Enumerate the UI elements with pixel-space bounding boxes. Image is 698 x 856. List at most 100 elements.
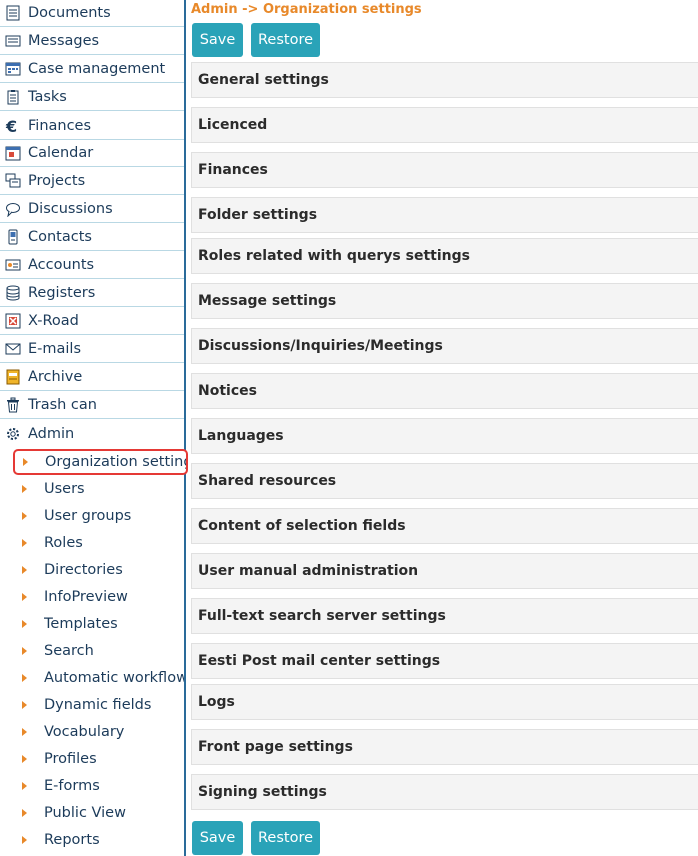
section-front-page-settings[interactable]: Front page settings (191, 729, 698, 765)
section-languages[interactable]: Languages (191, 418, 698, 454)
sidebar-item-label: X-Road (28, 313, 79, 329)
sidebar-item-label: Documents (28, 5, 111, 21)
breadcrumb: Admin -> Organization settings (191, 2, 422, 17)
sidebar-item-discussions[interactable]: Discussions (0, 196, 184, 223)
admin-subitem-profiles[interactable]: Profiles (0, 746, 184, 772)
section-full-text-search-server-settings[interactable]: Full-text search server settings (191, 598, 698, 634)
admin-subitem-reports[interactable]: Reports (0, 827, 184, 853)
admin-subitem-directories[interactable]: Directories (0, 557, 184, 583)
section-message-settings[interactable]: Message settings (191, 283, 698, 319)
caret-right-icon (22, 647, 27, 655)
section-notices[interactable]: Notices (191, 373, 698, 409)
sidebar-item-projects[interactable]: Projects (0, 168, 184, 195)
sidebar-item-accounts[interactable]: Accounts (0, 252, 184, 279)
main-content: Admin -> Organization settings Save Rest… (191, 0, 698, 856)
sidebar-item-label: Projects (28, 173, 86, 189)
section-general-settings[interactable]: General settings (191, 62, 698, 98)
section-finances[interactable]: Finances (191, 152, 698, 188)
sidebar-item-label: Trash can (28, 397, 97, 413)
sidebar-item-e-mails[interactable]: E-mails (0, 336, 184, 363)
save-button-top[interactable]: Save (192, 23, 243, 57)
admin-subitem-label: InfoPreview (44, 589, 128, 605)
section-eesti-post-mail-center-settings[interactable]: Eesti Post mail center settings (191, 643, 698, 679)
sidebar-item-label: Tasks (28, 89, 67, 105)
trash-icon (4, 396, 22, 414)
sidebar-item-messages[interactable]: Messages (0, 28, 184, 55)
admin-subitem-label: Users (44, 481, 85, 497)
sidebar-item-label: Case management (28, 61, 166, 77)
caret-right-icon (22, 728, 27, 736)
restore-button-top[interactable]: Restore (251, 23, 320, 57)
caret-right-icon (22, 782, 27, 790)
sidebar-item-x-road[interactable]: X-Road (0, 308, 184, 335)
caret-right-icon (22, 566, 27, 574)
admin-subitem-roles[interactable]: Roles (0, 530, 184, 556)
messages-icon (4, 32, 22, 50)
sidebar-item-admin[interactable]: Admin (0, 420, 184, 447)
admin-subitem-label: Vocabulary (44, 724, 125, 740)
admin-subitem-label: E-forms (44, 778, 100, 794)
sidebar-item-label: Discussions (28, 201, 113, 217)
sidebar-item-label: E-mails (28, 341, 82, 357)
admin-subitem-vocabulary[interactable]: Vocabulary (0, 719, 184, 745)
registers-icon (4, 284, 22, 302)
admin-subitem-label: Public View (44, 805, 126, 821)
section-user-manual-administration[interactable]: User manual administration (191, 553, 698, 589)
admin-subitem-label: Dynamic fields (44, 697, 152, 713)
caret-right-icon (22, 674, 27, 682)
caret-right-icon (22, 755, 27, 763)
sidebar-item-tasks[interactable]: Tasks (0, 84, 184, 111)
admin-subitem-templates[interactable]: Templates (0, 611, 184, 637)
x-road-icon (4, 312, 22, 330)
restore-button-bottom[interactable]: Restore (251, 821, 320, 855)
sidebar-item-case-management[interactable]: Case management (0, 56, 184, 83)
sidebar-item-label: Messages (28, 33, 100, 49)
admin-subitem-automatic-workflow[interactable]: Automatic workflow (0, 665, 184, 691)
admin-subitem-public-view[interactable]: Public View (0, 800, 184, 826)
section-content-of-selection-fields[interactable]: Content of selection fields (191, 508, 698, 544)
sidebar-item-calendar[interactable]: Calendar (0, 140, 184, 167)
section-discussions-inquiries-meetings[interactable]: Discussions/Inquiries/Meetings (191, 328, 698, 364)
section-signing-settings[interactable]: Signing settings (191, 774, 698, 810)
admin-subitem-search[interactable]: Search (0, 638, 184, 664)
sidebar-item-label: Archive (28, 369, 83, 385)
calendar-icon (4, 144, 22, 162)
sidebar-item-label: Contacts (28, 229, 92, 245)
admin-subitem-e-forms[interactable]: E-forms (0, 773, 184, 799)
case-management-icon (4, 60, 22, 78)
section-licenced[interactable]: Licenced (191, 107, 698, 143)
admin-subitem-organization-settings[interactable]: Organization settings (13, 449, 188, 475)
admin-subitem-infopreview[interactable]: InfoPreview (0, 584, 184, 610)
admin-subitem-label: Automatic workflow (44, 670, 184, 686)
caret-right-icon (23, 458, 28, 466)
section-logs[interactable]: Logs (191, 684, 698, 720)
sidebar-item-registers[interactable]: Registers (0, 280, 184, 307)
section-shared-resources[interactable]: Shared resources (191, 463, 698, 499)
admin-subitem-users[interactable]: Users (0, 476, 184, 502)
sidebar-item-documents[interactable]: Documents (0, 0, 184, 27)
sidebar-item-contacts[interactable]: Contacts (0, 224, 184, 251)
save-button-bottom[interactable]: Save (192, 821, 243, 855)
admin-subitem-user-groups[interactable]: User groups (0, 503, 184, 529)
section-roles-related-with-querys-settings[interactable]: Roles related with querys settings (191, 238, 698, 274)
sidebar-item-archive[interactable]: Archive (0, 364, 184, 391)
gear-icon (4, 425, 22, 443)
accounts-icon (4, 256, 22, 274)
admin-subitem-label: Reports (44, 832, 100, 848)
euro-icon: € (4, 117, 22, 135)
email-icon (4, 340, 22, 358)
section-folder-settings[interactable]: Folder settings (191, 197, 698, 233)
svg-text:€: € (5, 118, 17, 134)
caret-right-icon (22, 485, 27, 493)
contacts-icon (4, 228, 22, 246)
sidebar-item-label: Registers (28, 285, 96, 301)
admin-subitem-label: Templates (44, 616, 118, 632)
sidebar-item-finances[interactable]: € Finances (0, 113, 184, 140)
admin-subitem-label: Search (44, 643, 94, 659)
caret-right-icon (22, 593, 27, 601)
sidebar-item-trash-can[interactable]: Trash can (0, 392, 184, 419)
admin-subitem-dynamic-fields[interactable]: Dynamic fields (0, 692, 184, 718)
caret-right-icon (22, 809, 27, 817)
caret-right-icon (22, 512, 27, 520)
caret-right-icon (22, 620, 27, 628)
